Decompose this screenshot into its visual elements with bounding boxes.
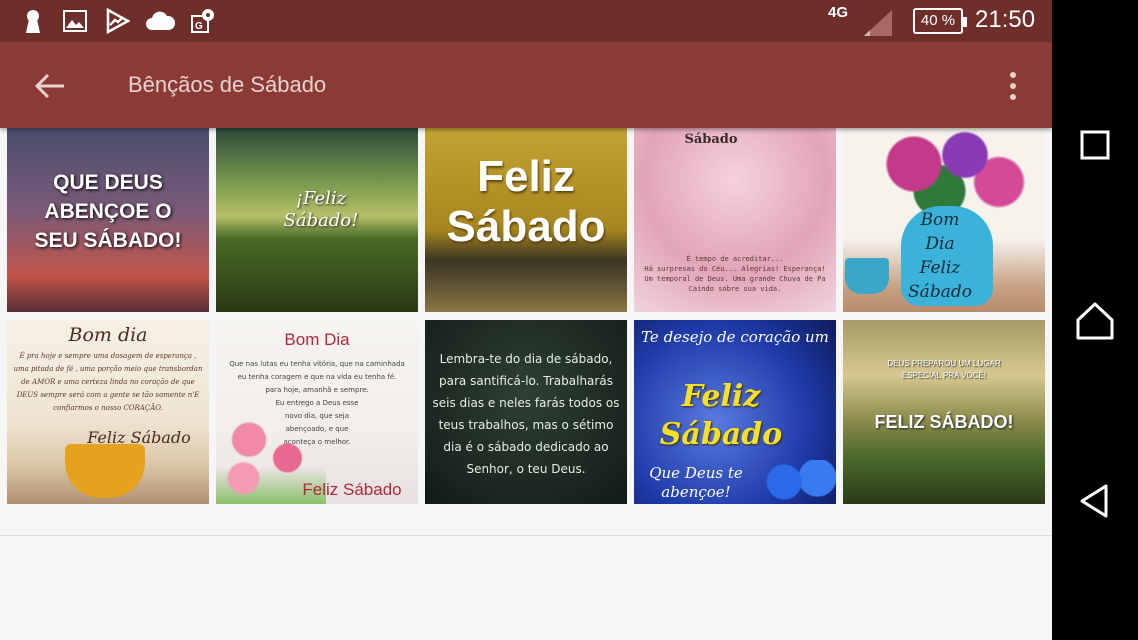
status-bar: G 4G 40 % 21:50 bbox=[0, 0, 1052, 42]
cloud-icon bbox=[146, 11, 176, 30]
coffee-cup bbox=[65, 444, 145, 498]
tile-footer: Que Deus te abençoe! bbox=[649, 464, 743, 501]
tile-caption: Bom Dia Feliz Sábado bbox=[908, 210, 972, 302]
tile-footer: Feliz Sábado bbox=[87, 428, 191, 447]
tile-caption: Feliz Sábado bbox=[446, 152, 606, 251]
teacup bbox=[845, 258, 889, 294]
tile-subtext: DEUS PREPAROU UM LUGAR ESPECIAL PRA VOCÊ… bbox=[887, 359, 1001, 380]
tile-subtext: Te desejo de coração um bbox=[641, 328, 829, 346]
tile-caption: FELIZ SÁBADO! bbox=[874, 412, 1014, 432]
image-tile[interactable]: QUE DEUS ABENÇOE O SEU SÁBADO! bbox=[7, 128, 209, 312]
tile-caption: Bom dia bbox=[68, 324, 148, 346]
maps-icon: G bbox=[191, 9, 214, 33]
network-type: 4G bbox=[828, 4, 849, 21]
tile-caption: QUE DEUS ABENÇOE O SEU SÁBADO! bbox=[34, 171, 182, 252]
image-tile[interactable]: Feliz Sábado bbox=[425, 128, 627, 312]
image-tile[interactable]: Bom Dia Feliz Sábado bbox=[843, 128, 1045, 312]
home-icon[interactable] bbox=[1070, 296, 1120, 346]
image-tile[interactable]: Te desejo de coração um Feliz Sábado Que… bbox=[634, 320, 836, 504]
image-tile[interactable]: Bom dia É pra hoje e sempre uma dosagem … bbox=[7, 320, 209, 504]
blue-flowers bbox=[762, 460, 836, 504]
signal-icon bbox=[864, 10, 892, 36]
image-tile[interactable]: Lembra-te do dia de sábado, para santifi… bbox=[425, 320, 627, 504]
image-tile[interactable]: Bom Dia Que nas lutas eu tenha vitória, … bbox=[216, 320, 418, 504]
image-icon bbox=[63, 10, 87, 32]
back-triangle-icon[interactable] bbox=[1070, 476, 1120, 526]
recents-icon[interactable] bbox=[1070, 120, 1120, 170]
image-grid: QUE DEUS ABENÇOE O SEU SÁBADO! ¡Feliz Sá… bbox=[0, 128, 1052, 536]
page-title: Bênçãos de Sábado bbox=[128, 72, 327, 97]
image-tile[interactable]: DEUS PREPAROU UM LUGAR ESPECIAL PRA VOCÊ… bbox=[843, 320, 1045, 504]
flower-bouquet bbox=[863, 128, 1033, 218]
play-store-icon bbox=[106, 8, 130, 34]
clock: 21:50 bbox=[975, 6, 1036, 33]
image-tile[interactable]: ¡Feliz Sábado! bbox=[216, 128, 418, 312]
arrow-left-icon[interactable] bbox=[30, 66, 70, 106]
battery-indicator: 40 % bbox=[913, 8, 967, 34]
system-nav-bar bbox=[1052, 0, 1138, 640]
tile-caption: Feliz Sábado bbox=[659, 379, 783, 452]
app-bar: Bênçãos de Sábado bbox=[0, 42, 1052, 128]
keyhole-icon bbox=[26, 10, 40, 33]
more-vert-icon[interactable] bbox=[996, 66, 1032, 106]
image-tile[interactable]: Sábado É tempo de acreditar... Há surpre… bbox=[634, 128, 836, 312]
tile-caption: Bom Dia bbox=[284, 330, 350, 349]
tile-footer: Feliz Sábado bbox=[302, 480, 402, 499]
tile-subtext: É tempo de acreditar... Há surpresas do … bbox=[644, 255, 826, 293]
tile-caption: Sábado bbox=[684, 132, 738, 147]
tile-caption: ¡Feliz Sábado! bbox=[283, 188, 359, 231]
svg-text:G: G bbox=[195, 21, 203, 32]
app-screen: G 4G 40 % 21:50 Bênçãos de Sábado QUE DE… bbox=[0, 0, 1052, 640]
tile-subtext: É pra hoje e sempre uma dosagem de esper… bbox=[13, 352, 203, 412]
tile-caption: Lembra-te do dia de sábado, para santifi… bbox=[432, 352, 620, 476]
